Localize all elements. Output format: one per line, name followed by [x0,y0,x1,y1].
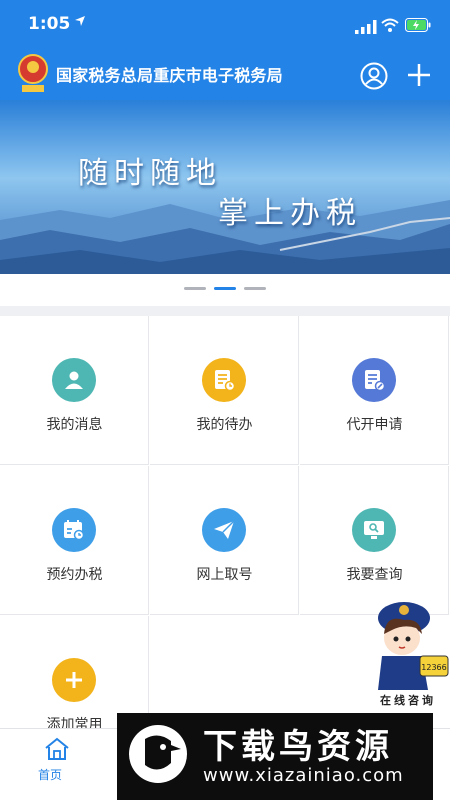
status-time: 1:05 [28,14,71,34]
grid-item-label: 预约办税 [46,567,103,583]
bird-logo-icon [129,725,187,783]
todo-list-icon [202,358,246,402]
online-consult-mascot-icon[interactable]: 12366 [364,594,450,694]
banner-image [0,100,450,274]
grid-item-my-messages[interactable]: 我的消息 [0,316,149,465]
grid-item-label: 我的消息 [46,417,103,433]
grid-item-label: 我的待办 [196,417,253,433]
location-arrow-icon [74,15,86,31]
paper-plane-icon [202,508,246,552]
grid-item-appointment[interactable]: 预约办税 [0,466,149,615]
person-icon [52,358,96,402]
grid-item-online-queue[interactable]: 网上取号 [150,466,299,615]
home-icon[interactable] [44,737,70,761]
grid-item-label: 我要查询 [346,567,403,583]
hotline-number: 12366 [421,663,446,672]
calendar-icon [52,508,96,552]
signal-icon [355,20,377,34]
wifi-icon [381,18,399,32]
watermark-title: 下载鸟资源 [203,727,393,767]
document-edit-icon [352,358,396,402]
user-icon[interactable] [360,62,388,90]
watermark-banner: 下载鸟资源 www.xiazainiao.com [117,713,433,800]
page-title: 国家税务总局重庆市电子税务局 [56,66,283,85]
grid-item-label: 代开申请 [346,417,403,433]
carousel-dot-active[interactable] [214,287,236,290]
grid-item-query[interactable]: 我要查询 [300,466,449,615]
battery-charging-icon [405,18,431,32]
watermark-url: www.xiazainiao.com [203,765,404,786]
carousel-indicator [0,274,450,306]
status-bar: 1:05 [0,0,450,50]
plus-icon[interactable] [404,60,434,90]
plus-icon [52,658,96,702]
tax-emblem-icon [18,54,48,92]
grid-item-label: 网上取号 [196,567,253,583]
nav-home-label[interactable]: 首页 [38,766,62,783]
banner-slogan-line2: 掌上办税 [218,196,362,231]
banner-slogan-line1: 随时随地 [78,156,222,191]
banner-carousel[interactable]: 随时随地 掌上办税 [0,100,450,274]
grid-item-my-todos[interactable]: 我的待办 [150,316,299,465]
app-header: 国家税务总局重庆市电子税务局 [0,50,450,100]
monitor-search-icon [352,508,396,552]
online-consult-label[interactable]: 在线咨询 [380,692,436,708]
carousel-dot[interactable] [184,287,206,290]
carousel-dot[interactable] [244,287,266,290]
grid-item-invoice-application[interactable]: 代开申请 [300,316,449,465]
